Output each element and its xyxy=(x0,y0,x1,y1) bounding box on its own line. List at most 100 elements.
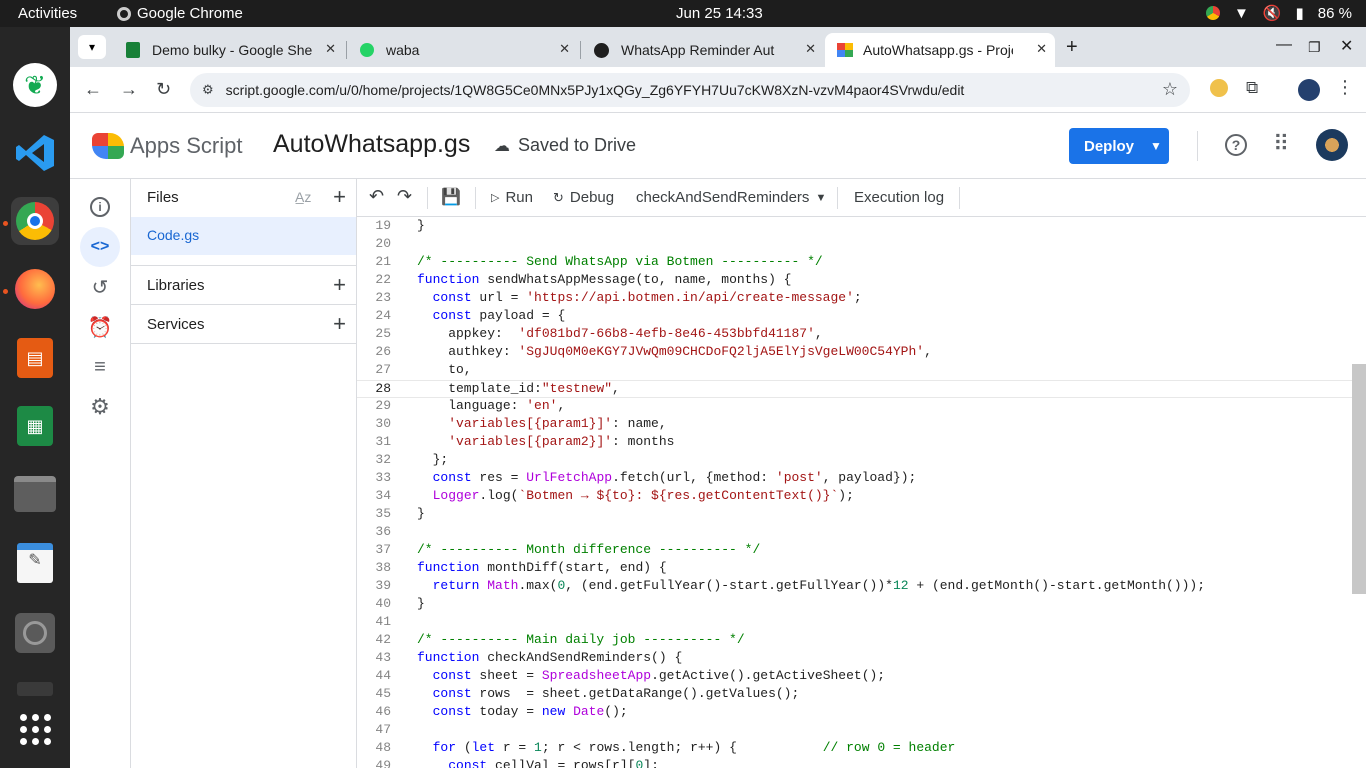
code-line[interactable]: 24 const payload = { xyxy=(357,308,1352,326)
code-line[interactable]: 39 return Math.max(0, (end.getFullYear()… xyxy=(357,578,1352,596)
code-line[interactable]: 21 /* ---------- Send WhatsApp via Botmen… xyxy=(357,254,1352,272)
forward-icon[interactable]: → xyxy=(120,79,138,100)
execution-log-button[interactable]: Execution log xyxy=(854,189,944,206)
code-line[interactable]: 45 const rows = sheet.getDataRange().get… xyxy=(357,686,1352,704)
add-file-icon[interactable]: + xyxy=(333,184,346,210)
close-tab-icon[interactable]: ✕ xyxy=(325,41,336,57)
code-line[interactable]: 26 authkey: 'SgJUq0M0eKGY7JVwQm09CHCDoFQ… xyxy=(357,344,1352,362)
editor-scrollbar[interactable] xyxy=(1352,364,1366,594)
apps-grid-icon[interactable]: ⠿ xyxy=(1273,131,1289,157)
activities-button[interactable]: Activities xyxy=(18,5,77,22)
code-line[interactable]: 34 Logger.log(`Botmen → ${to}: ${res.get… xyxy=(357,488,1352,506)
app-menu[interactable]: Google Chrome xyxy=(117,5,243,22)
dock-usb-drive[interactable] xyxy=(11,677,59,701)
project-history-nav[interactable]: ↺ xyxy=(80,267,120,307)
site-info-icon[interactable]: ⚙ xyxy=(202,82,214,98)
code-line[interactable]: 22 function sendWhatsAppMessage(to, name,… xyxy=(357,272,1352,290)
close-tab-icon[interactable]: ✕ xyxy=(1036,41,1047,57)
reload-icon[interactable]: ↻ xyxy=(156,79,171,100)
add-library-icon[interactable]: + xyxy=(333,272,346,298)
show-apps-button[interactable] xyxy=(11,705,59,753)
deploy-button[interactable]: Deploy ▼ xyxy=(1069,128,1169,164)
function-select[interactable]: checkAndSendReminders ▼ xyxy=(636,189,826,206)
tab-whatsapp-reminder[interactable]: WhatsApp Reminder Aut ✕ xyxy=(582,33,824,67)
add-service-icon[interactable]: + xyxy=(333,311,346,337)
redo-icon[interactable]: ↷ xyxy=(397,186,412,207)
code-line[interactable]: 42 /* ---------- Main daily job ---------… xyxy=(357,632,1352,650)
dock-impress[interactable]: ▤ xyxy=(11,334,59,382)
close-window-button[interactable]: ✕ xyxy=(1340,36,1353,56)
code-line[interactable]: 44 const sheet = SpreadsheetApp.getActiv… xyxy=(357,668,1352,686)
dock-vscode[interactable] xyxy=(11,129,59,177)
code-line[interactable]: 28 template_id:"testnew", xyxy=(357,380,1352,398)
close-tab-icon[interactable]: ✕ xyxy=(805,41,816,57)
editor-nav[interactable]: <> xyxy=(80,227,120,267)
code-line[interactable]: 31 'variables[{param2}]': months xyxy=(357,434,1352,452)
chrome-tray-icon[interactable] xyxy=(1205,6,1220,20)
address-bar[interactable]: ⚙ script.google.com/u/0/home/projects/1Q… xyxy=(190,73,1190,107)
services-section[interactable]: Services + xyxy=(131,304,356,343)
code-line[interactable]: 30 'variables[{param1}]': name, xyxy=(357,416,1352,434)
chrome-menu-icon[interactable]: ⋮ xyxy=(1336,77,1354,98)
code-line[interactable]: 19} xyxy=(357,218,1352,236)
code-line[interactable]: 37 /* ---------- Month difference -------… xyxy=(357,542,1352,560)
dropdown-arrow-icon[interactable]: ▼ xyxy=(1150,139,1162,153)
dock-files[interactable] xyxy=(11,470,59,518)
code-line[interactable]: 35} xyxy=(357,506,1352,524)
dock-mongodb-compass[interactable]: ❦ xyxy=(11,61,59,109)
help-icon[interactable]: ? xyxy=(1225,134,1247,156)
dock-calc[interactable]: ▦ xyxy=(11,402,59,450)
file-item-code-gs[interactable]: Code.gs xyxy=(131,217,356,255)
dock-chrome[interactable] xyxy=(11,197,59,245)
overview-nav[interactable]: i xyxy=(80,187,120,227)
tab-autowhatsapp[interactable]: AutoWhatsapp.gs - Proje ✕ xyxy=(825,33,1055,67)
sort-az-icon[interactable]: A̲z xyxy=(295,189,311,205)
code-line[interactable]: 38 function monthDiff(start, end) { xyxy=(357,560,1352,578)
tab-demo-bulky[interactable]: Demo bulky - Google She ✕ xyxy=(114,33,344,67)
code-line[interactable]: 23 const url = 'https://api.botmen.in/ap… xyxy=(357,290,1352,308)
extensions-puzzle-icon[interactable]: ⧉ xyxy=(1246,78,1258,98)
code-editor[interactable]: 19} 20 21/* ---------- Send WhatsApp via B… xyxy=(357,217,1366,768)
back-icon[interactable]: ← xyxy=(84,79,102,100)
settings-nav[interactable]: ⚙ xyxy=(80,387,120,427)
tab-waba[interactable]: waba ✕ xyxy=(348,33,578,67)
triggers-nav[interactable]: ⏰ xyxy=(80,307,120,347)
code-line[interactable]: 40} xyxy=(357,596,1352,614)
code-line[interactable]: 32 }; xyxy=(357,452,1352,470)
code-line[interactable]: 47 xyxy=(357,722,1352,740)
code-line[interactable]: 46 const today = new Date(); xyxy=(357,704,1352,722)
apps-script-logo-icon[interactable] xyxy=(92,133,124,159)
extension-icon[interactable] xyxy=(1210,79,1228,97)
run-button[interactable]: ▷ Run xyxy=(491,189,533,206)
product-name[interactable]: Apps Script xyxy=(130,133,243,159)
minimize-button[interactable]: — xyxy=(1276,36,1292,54)
libraries-section[interactable]: Libraries + xyxy=(131,265,356,304)
dock-disc[interactable] xyxy=(11,609,59,657)
system-tray[interactable]: ▼ 🔇 ▮ 86 % xyxy=(1205,4,1352,22)
code-line[interactable]: 48 for (let r = 1; r < rows.length; r++)… xyxy=(357,740,1352,758)
account-avatar[interactable] xyxy=(1316,129,1348,161)
code-line[interactable]: 20 xyxy=(357,236,1352,254)
executions-nav[interactable]: ≡ xyxy=(80,347,120,387)
bookmark-star-icon[interactable]: ☆ xyxy=(1162,79,1178,100)
dock-firefox[interactable] xyxy=(11,265,59,313)
code-line[interactable]: 36 xyxy=(357,524,1352,542)
close-tab-icon[interactable]: ✕ xyxy=(559,41,570,57)
code-line[interactable]: 27 to, xyxy=(357,362,1352,380)
clock[interactable]: Jun 25 14:33 xyxy=(676,5,763,22)
code-line[interactable]: 29 language: 'en', xyxy=(357,398,1352,416)
code-line[interactable]: 43 function checkAndSendReminders() { xyxy=(357,650,1352,668)
new-tab-button[interactable]: + xyxy=(1066,36,1078,59)
debug-button[interactable]: ↻ Debug xyxy=(553,189,614,206)
save-icon[interactable]: 💾 xyxy=(441,187,461,207)
tab-search-button[interactable]: ▾ xyxy=(78,35,106,59)
undo-icon[interactable]: ↶ xyxy=(369,186,384,207)
code-line[interactable]: 49 const cellVal = rows[r][0]; xyxy=(357,758,1352,768)
dock-text-editor[interactable]: ✎ xyxy=(11,539,59,587)
profile-avatar[interactable] xyxy=(1298,79,1320,101)
code-line[interactable]: 41 xyxy=(357,614,1352,632)
code-line[interactable]: 25 appkey: 'df081bd7-66b8-4efb-8e46-453b… xyxy=(357,326,1352,344)
maximize-button[interactable]: ❐ xyxy=(1308,39,1321,56)
project-title[interactable]: AutoWhatsapp.gs xyxy=(273,130,470,159)
code-line[interactable]: 33 const res = UrlFetchApp.fetch(url, {m… xyxy=(357,470,1352,488)
